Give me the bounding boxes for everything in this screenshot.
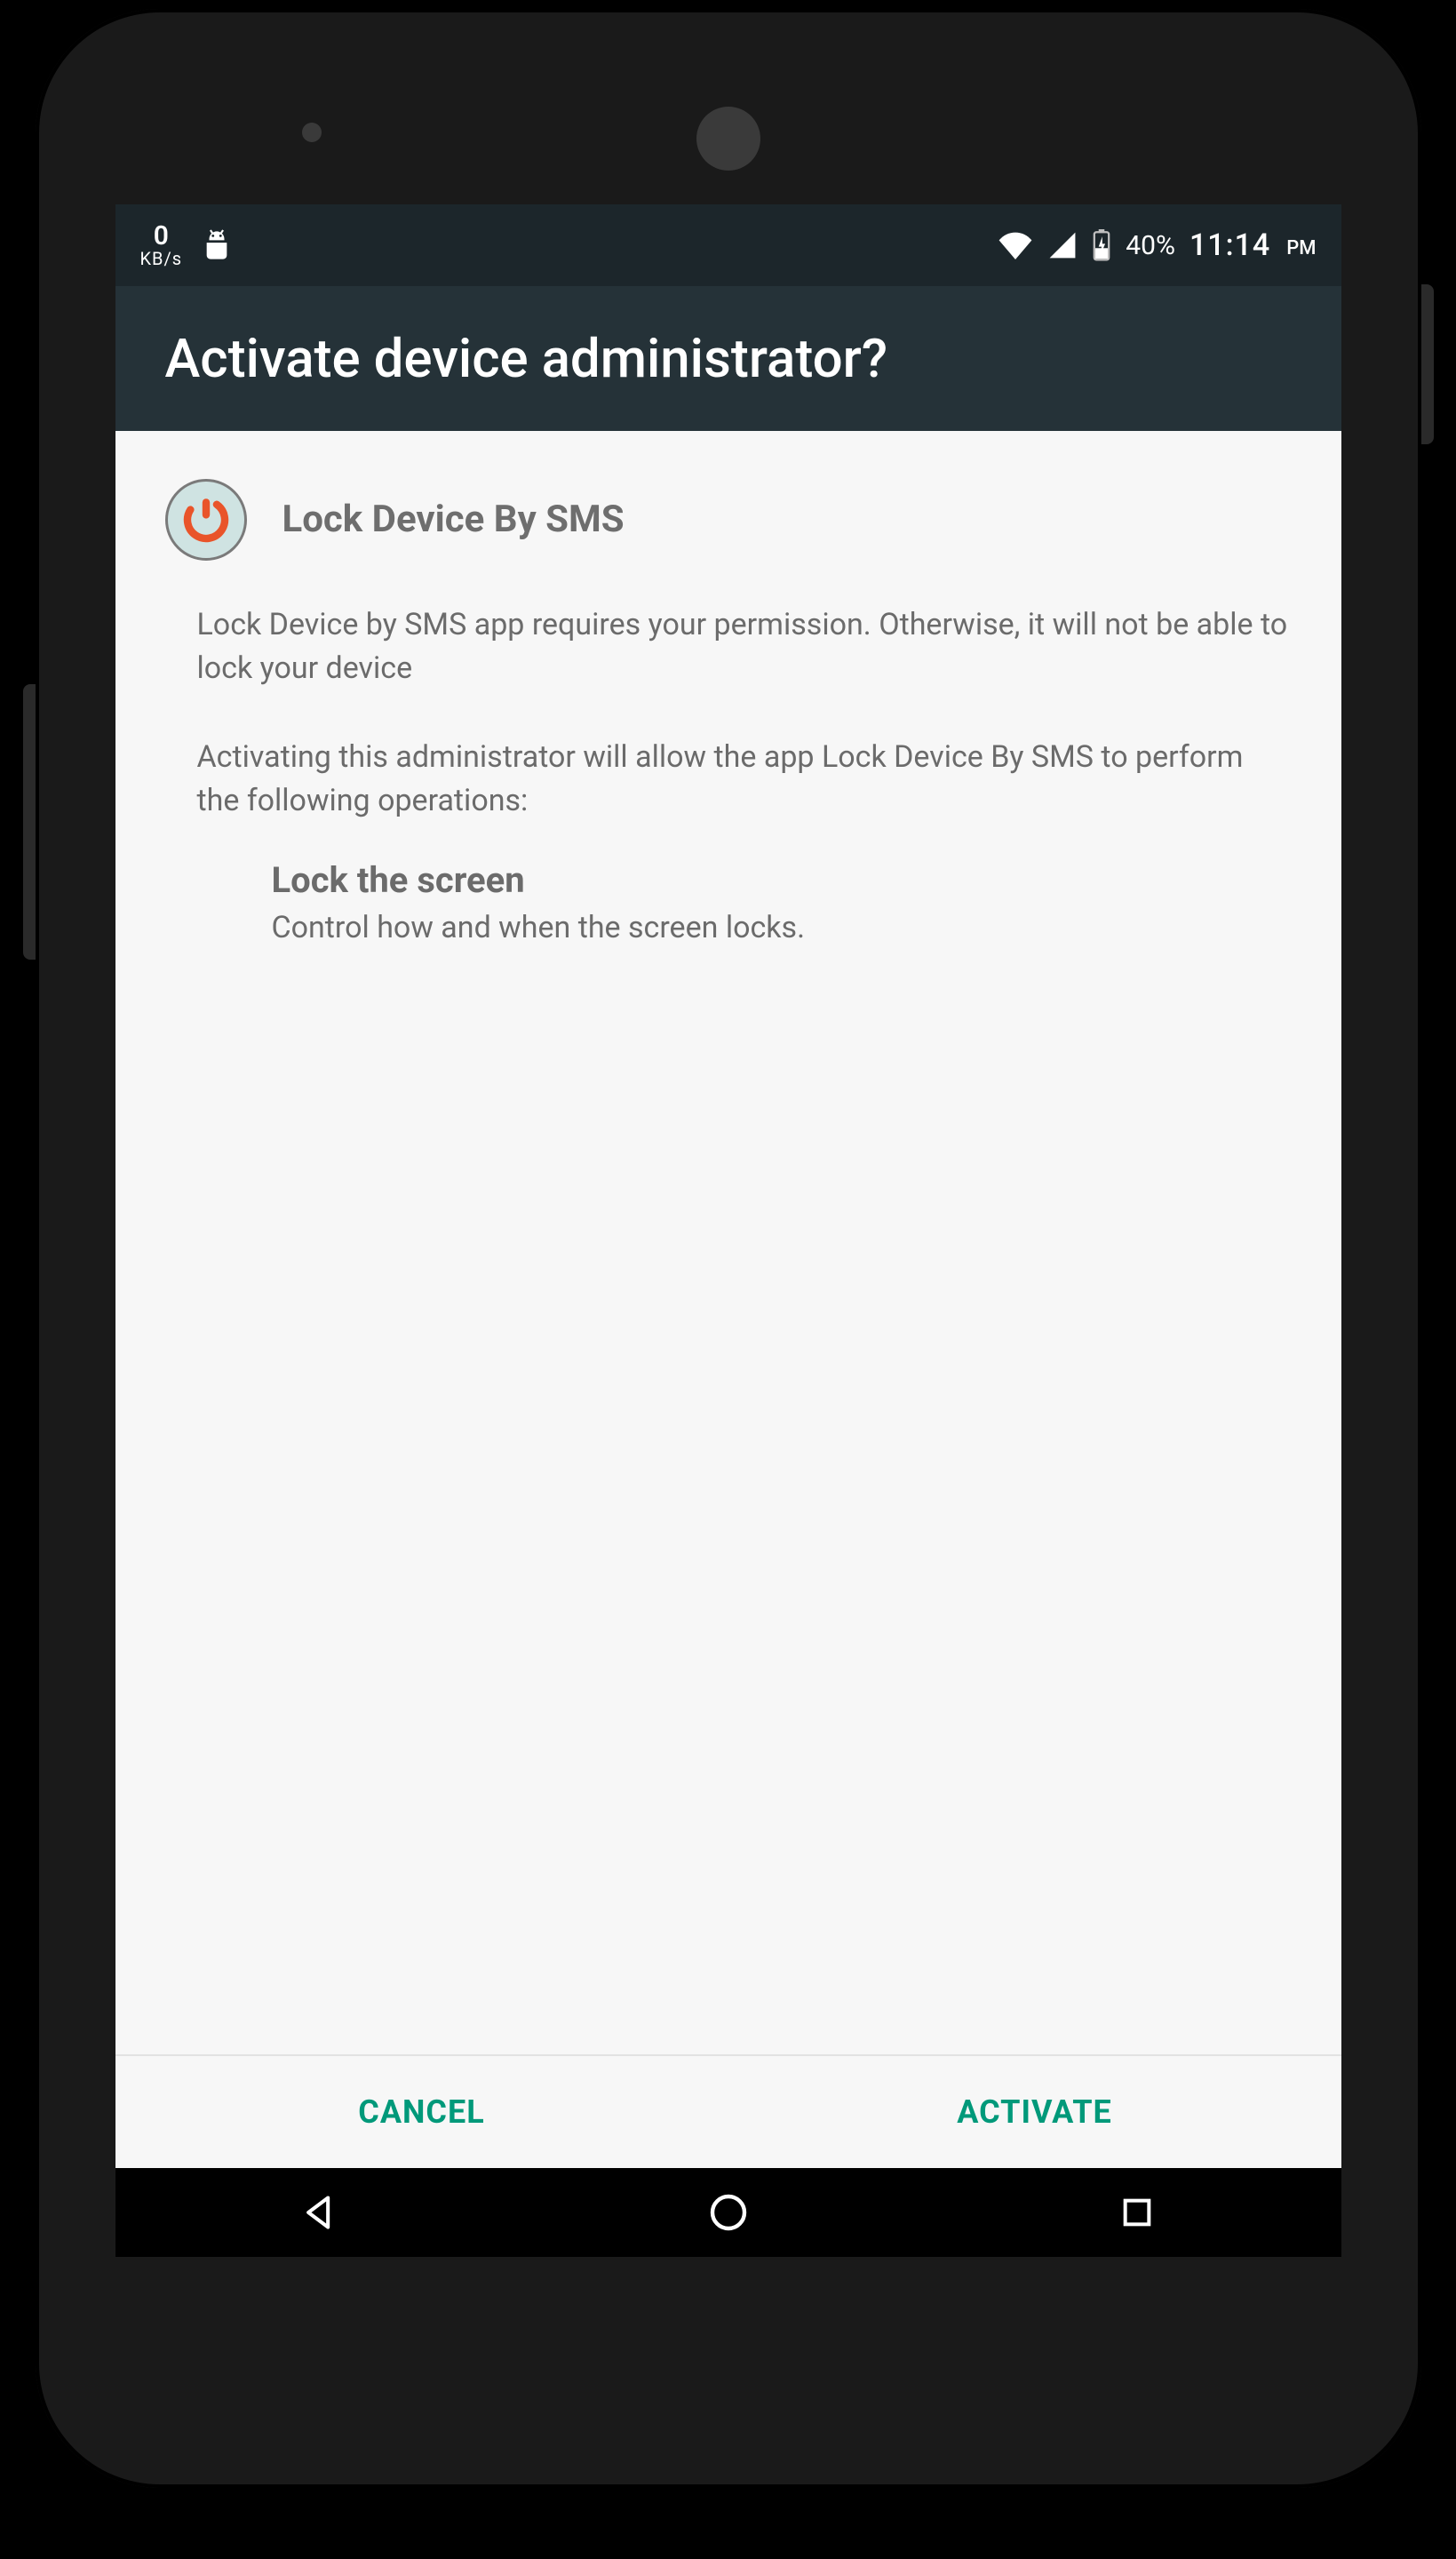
content-area: Lock Device By SMS Lock Device by SMS ap…: [115, 431, 1341, 2054]
cancel-button[interactable]: CANCEL: [115, 2056, 728, 2168]
permission-list: Lock the screen Control how and when the…: [272, 855, 1292, 950]
activate-button[interactable]: ACTIVATE: [728, 2056, 1341, 2168]
nav-back-button[interactable]: [297, 2189, 343, 2236]
app-header-row: Lock Device By SMS: [165, 479, 1292, 561]
navigation-bar: [115, 2168, 1341, 2257]
permission-item-title: Lock the screen: [272, 855, 1292, 906]
clock-time: 11:14: [1189, 227, 1270, 263]
battery-percentage: 40%: [1126, 230, 1175, 261]
status-bar: 0 KB/s: [115, 204, 1341, 286]
permission-intro: Activating this administrator will allow…: [197, 736, 1292, 824]
network-speed-unit: KB/s: [140, 250, 183, 267]
status-bar-right: 40% 11:14 PM: [998, 227, 1316, 263]
app-bar: Activate device administrator?: [115, 286, 1341, 431]
permission-item-subtitle: Control how and when the screen locks.: [272, 906, 1292, 950]
android-debug-icon: [202, 228, 232, 262]
phone-frame: 0 KB/s: [36, 9, 1421, 2488]
status-bar-left: 0 KB/s: [140, 223, 233, 267]
permission-description: Lock Device by SMS app requires your per…: [197, 603, 1292, 691]
nav-home-button[interactable]: [705, 2189, 752, 2236]
button-bar: CANCEL ACTIVATE: [115, 2054, 1341, 2168]
app-icon: [165, 479, 247, 561]
page-title: Activate device administrator?: [165, 327, 1292, 390]
app-name: Lock Device By SMS: [282, 493, 625, 547]
screen: 0 KB/s: [115, 204, 1341, 2257]
network-speed-value: 0: [140, 223, 183, 250]
battery-charging-icon: [1092, 229, 1111, 261]
network-speed-indicator: 0 KB/s: [140, 223, 183, 267]
phone-volume-button: [23, 684, 36, 960]
wifi-icon: [998, 231, 1033, 259]
permission-item: Lock the screen Control how and when the…: [272, 855, 1292, 950]
nav-recents-button[interactable]: [1114, 2189, 1160, 2236]
cellular-signal-icon: [1047, 231, 1078, 259]
phone-power-button: [1421, 284, 1434, 444]
clock-ampm: PM: [1286, 237, 1316, 263]
